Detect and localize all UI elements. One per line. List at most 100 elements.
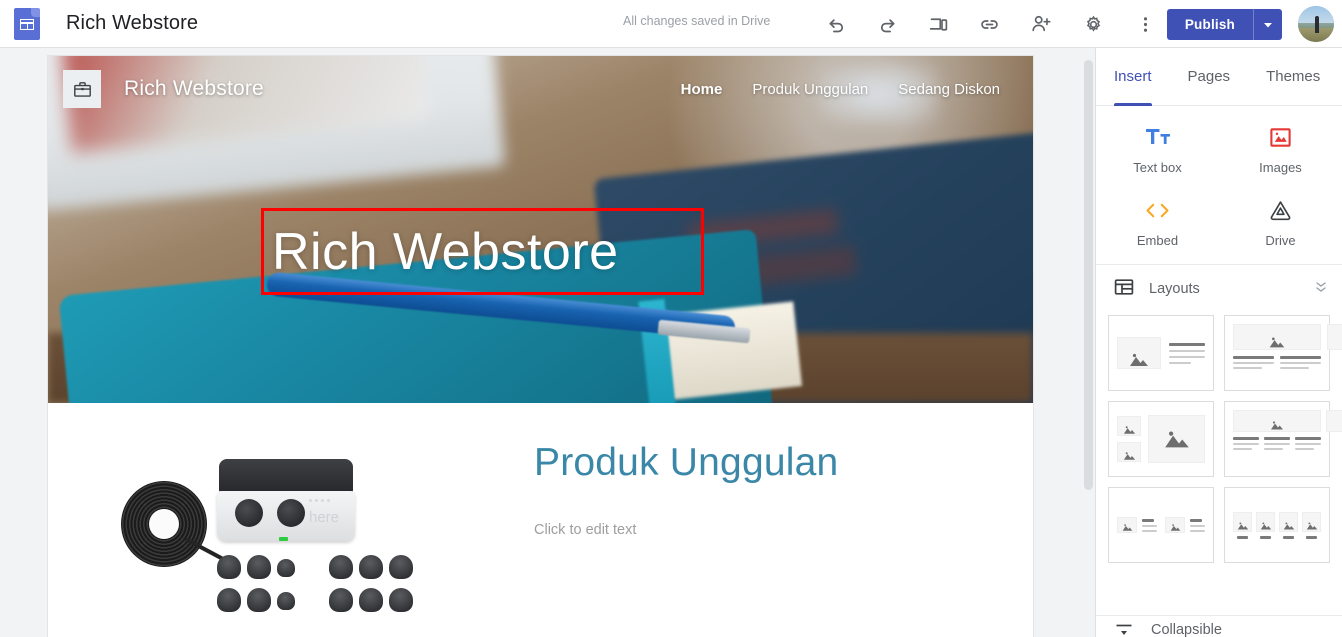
earbud-right xyxy=(277,499,305,527)
layouts-label: Layouts xyxy=(1149,281,1200,297)
insert-images-label: Images xyxy=(1259,160,1302,175)
product-image-column[interactable]: here xyxy=(48,437,478,631)
chevron-down-icon[interactable] xyxy=(1254,9,1282,40)
layout-image-placeholder xyxy=(1117,337,1161,369)
eartip xyxy=(359,588,383,612)
add-person-icon[interactable] xyxy=(1021,4,1061,44)
canvas-vertical-scrollbar[interactable] xyxy=(1081,48,1095,637)
hero-title-textbox-selected[interactable]: Rich Webstore xyxy=(261,208,704,295)
eartip xyxy=(217,588,241,612)
eartips-spacer xyxy=(307,555,325,585)
section-body-placeholder[interactable]: Click to edit text xyxy=(534,522,1033,538)
eartip xyxy=(277,559,295,577)
images-icon xyxy=(1269,124,1292,150)
right-side-panel: Insert Pages Themes Text box Images Embe… xyxy=(1095,48,1342,637)
panel-tab-bar: Insert Pages Themes xyxy=(1096,48,1342,106)
eartip xyxy=(389,555,413,579)
insert-drive-label: Drive xyxy=(1265,233,1296,248)
eartips-spacer xyxy=(307,588,325,618)
layout-image-placeholder xyxy=(1117,517,1137,533)
layout-image-placeholder xyxy=(1256,511,1275,532)
product-image[interactable]: here xyxy=(113,441,413,631)
collapsible-section-header[interactable]: Collapsible xyxy=(1096,615,1342,637)
nav-link-sedang-diskon[interactable]: Sedang Diskon xyxy=(898,81,1000,98)
site-header-nav: Rich Webstore Home Produk Unggulan Sedan… xyxy=(48,56,1033,122)
tab-themes[interactable]: Themes xyxy=(1266,48,1320,106)
workspace: Rich Webstore Home Produk Unggulan Sedan… xyxy=(0,48,1342,637)
site-hero-banner[interactable]: Rich Webstore Home Produk Unggulan Sedan… xyxy=(48,56,1033,403)
layout-image-placeholder xyxy=(1165,517,1185,533)
google-sites-icon[interactable] xyxy=(14,7,40,40)
eartip xyxy=(247,588,271,612)
site-page: Rich Webstore Home Produk Unggulan Sedan… xyxy=(48,56,1033,637)
eartip xyxy=(277,592,295,610)
eartip xyxy=(389,588,413,612)
collapsible-label: Collapsible xyxy=(1151,621,1222,637)
layout-four-images-with-captions[interactable] xyxy=(1224,487,1330,563)
more-vert-icon[interactable] xyxy=(1125,4,1165,44)
google-drive-icon xyxy=(1269,197,1292,223)
briefcase-icon[interactable] xyxy=(63,70,101,108)
collapse-caret-icon[interactable] xyxy=(1314,280,1328,298)
insert-images[interactable]: Images xyxy=(1219,124,1342,175)
toolbar-icon-group xyxy=(816,0,1165,48)
redo-icon[interactable] xyxy=(867,4,907,44)
embed-code-icon xyxy=(1144,197,1171,223)
nav-link-home[interactable]: Home xyxy=(681,81,723,98)
layouts-icon xyxy=(1114,278,1134,301)
section-heading[interactable]: Produk Unggulan xyxy=(534,441,1033,486)
layout-two-images-with-text[interactable] xyxy=(1224,315,1342,391)
layout-image-placeholder xyxy=(1148,415,1205,463)
section-text-column: Produk Unggulan Click to edit text xyxy=(478,437,1033,631)
product-brand-label: here xyxy=(309,509,340,526)
layout-two-inline-image-text[interactable] xyxy=(1108,487,1214,563)
eartips-group xyxy=(217,555,413,618)
layout-image-placeholder xyxy=(1233,324,1321,350)
coiled-cable xyxy=(121,481,207,567)
insert-embed-label: Embed xyxy=(1136,233,1179,248)
layout-image-placeholder xyxy=(1302,511,1321,532)
canvas-scroll-thumb[interactable] xyxy=(1084,60,1093,490)
collapsible-group-icon xyxy=(1114,623,1136,637)
settings-gear-icon[interactable] xyxy=(1073,4,1113,44)
case-status-led xyxy=(279,537,288,541)
publish-button[interactable]: Publish xyxy=(1167,9,1254,40)
save-status-text: All changes saved in Drive xyxy=(623,14,771,28)
site-nav-links: Home Produk Unggulan Sedang Diskon xyxy=(681,81,1000,98)
layout-image-placeholder xyxy=(1326,410,1342,432)
nav-link-produk-unggulan[interactable]: Produk Unggulan xyxy=(752,81,868,98)
earbud-case-lid xyxy=(219,459,353,493)
hero-title-text[interactable]: Rich Webstore xyxy=(272,222,619,282)
insert-drive[interactable]: Drive xyxy=(1219,197,1342,248)
top-toolbar: Rich Webstore All changes saved in Drive xyxy=(0,0,1342,48)
eartip xyxy=(217,555,241,579)
insert-text-box[interactable]: Text box xyxy=(1096,124,1219,175)
layouts-section-header[interactable]: Layouts xyxy=(1096,265,1342,313)
insert-text-box-label: Text box xyxy=(1133,160,1182,175)
layout-image-placeholder xyxy=(1117,416,1141,436)
insert-embed[interactable]: Embed xyxy=(1096,197,1219,248)
document-title[interactable]: Rich Webstore xyxy=(66,12,198,35)
preview-icon[interactable] xyxy=(918,4,958,44)
eartip xyxy=(247,555,271,579)
layout-image-placeholder xyxy=(1117,442,1141,462)
layout-image-placeholder xyxy=(1327,324,1342,350)
layout-three-columns-image-text[interactable] xyxy=(1224,401,1342,477)
case-battery-dots xyxy=(309,499,330,502)
copy-link-icon[interactable] xyxy=(969,4,1009,44)
layout-image-placeholder xyxy=(1233,410,1321,432)
site-canvas[interactable]: Rich Webstore Home Produk Unggulan Sedan… xyxy=(0,48,1095,637)
layout-two-small-one-large-image[interactable] xyxy=(1108,401,1214,477)
tab-insert[interactable]: Insert xyxy=(1114,48,1152,106)
site-name[interactable]: Rich Webstore xyxy=(124,77,264,101)
tab-pages[interactable]: Pages xyxy=(1188,48,1231,106)
content-section[interactable]: here Produk Unggulan Click to edit text xyxy=(48,403,1033,637)
publish-button-group[interactable]: Publish xyxy=(1166,9,1282,40)
layout-image-placeholder xyxy=(1279,511,1298,532)
earbud-left xyxy=(235,499,263,527)
layouts-grid xyxy=(1096,313,1342,573)
insert-items-grid: Text box Images Embed Drive xyxy=(1096,106,1342,264)
layout-image-left-text-right[interactable] xyxy=(1108,315,1214,391)
undo-icon[interactable] xyxy=(816,4,856,44)
avatar[interactable] xyxy=(1298,6,1334,42)
